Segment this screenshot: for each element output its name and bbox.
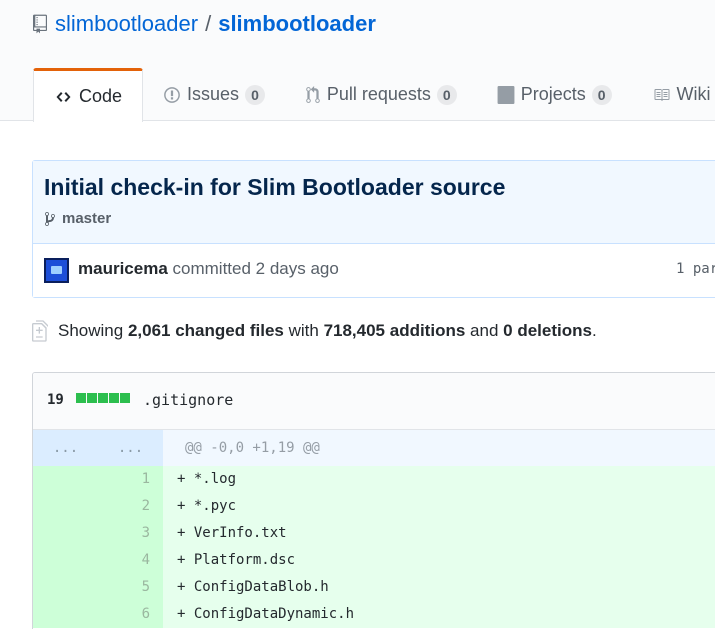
commit-author-line: mauricema committed 2 days ago [78, 259, 339, 279]
summary-changed-files[interactable]: 2,061 changed files [128, 321, 284, 341]
file-name-link[interactable]: .gitignore [143, 391, 233, 409]
diff-line: 1 + *.log [33, 466, 715, 493]
old-line-number [33, 601, 98, 628]
summary-and: and [470, 321, 499, 340]
diff-line: 6 + ConfigDataDynamic.h [33, 601, 715, 628]
tab-wiki[interactable]: Wiki [632, 68, 715, 121]
branch-name[interactable]: master [62, 210, 111, 227]
line-code: + *.log [163, 466, 715, 493]
diffstat-block-added [98, 393, 108, 403]
repo-owner-link[interactable]: slimbootloader [55, 11, 198, 37]
diff-line: 2 + *.pyc [33, 493, 715, 520]
diffstat-blocks [76, 393, 131, 403]
old-line-number [33, 493, 98, 520]
diff-summary: Showing 2,061 changed files with 718,405… [32, 320, 597, 342]
old-line-number [33, 574, 98, 601]
hunk-expand-new[interactable]: ... [98, 430, 163, 466]
line-code: + ConfigDataBlob.h [163, 574, 715, 601]
diffstat-block-added [120, 393, 130, 403]
diffstat-block-added [76, 393, 86, 403]
repo-name-link[interactable]: slimbootloader [218, 11, 376, 37]
tab-code-label: Code [79, 86, 123, 106]
summary-period: . [591, 321, 597, 340]
summary-showing: Showing [58, 321, 124, 340]
repo-nav-tabs: Code Issues 0 Pull requests 0 Projects 0 [33, 68, 715, 122]
issue-opened-icon [163, 86, 181, 104]
diff-line: 3 + VerInfo.txt [33, 520, 715, 547]
new-line-number[interactable]: 2 [98, 493, 163, 520]
summary-with: with [288, 321, 319, 340]
repo-title: slimbootloader / slimbootloader [33, 11, 376, 37]
tab-pull-requests-label: Pull requests [326, 84, 431, 104]
line-code: + ConfigDataDynamic.h [163, 601, 715, 628]
book-icon [652, 87, 671, 103]
new-line-number[interactable]: 4 [98, 547, 163, 574]
code-icon [54, 89, 73, 105]
old-line-number [33, 466, 98, 493]
new-line-number[interactable]: 6 [98, 601, 163, 628]
commit-title: Initial check-in for Slim Bootloader sou… [44, 174, 506, 200]
file-header: 19 .gitignore [33, 373, 715, 430]
line-code: + Platform.dsc [163, 547, 715, 574]
projects-counter: 0 [591, 84, 612, 105]
project-icon [497, 85, 515, 104]
tab-projects[interactable]: Projects 0 [477, 68, 632, 121]
repo-icon [33, 14, 47, 34]
git-branch-icon [45, 211, 55, 226]
tab-issues[interactable]: Issues 0 [143, 68, 285, 121]
line-code: + VerInfo.txt [163, 520, 715, 547]
hunk-header-text: @@ -0,0 +1,19 @@ [185, 440, 320, 456]
tab-pull-requests[interactable]: Pull requests 0 [285, 68, 477, 121]
diff-line: 5 + ConfigDataBlob.h [33, 574, 715, 601]
file-diff-icon [32, 320, 48, 342]
pull-requests-counter: 0 [436, 84, 457, 105]
avatar-image [51, 266, 62, 274]
tab-wiki-label: Wiki [676, 84, 711, 104]
issues-counter: 0 [245, 84, 265, 105]
commit-parent-text[interactable]: 1 parent [676, 261, 715, 277]
commit-title-area: Initial check-in for Slim Bootloader sou… [33, 161, 715, 244]
old-line-number [33, 547, 98, 574]
diffstat-block-added [109, 393, 119, 403]
commit-meta: mauricema committed 2 days ago 1 parent [33, 244, 715, 297]
new-line-number[interactable]: 1 [98, 466, 163, 493]
tab-issues-label: Issues [187, 84, 240, 104]
avatar[interactable] [44, 258, 69, 283]
commit-box: Initial check-in for Slim Bootloader sou… [32, 160, 715, 298]
file-diff: 19 .gitignore ... ... @@ -0,0 +1,19 @@ 1… [32, 372, 715, 629]
diff-table: ... ... @@ -0,0 +1,19 @@ 1 + *.log 2 + *… [33, 430, 715, 628]
old-line-number [33, 520, 98, 547]
repo-path-separator: / [205, 11, 212, 36]
diff-line: 4 + Platform.dsc [33, 547, 715, 574]
new-line-number[interactable]: 3 [98, 520, 163, 547]
diffstat-count: 19 [47, 392, 64, 408]
repo-header: slimbootloader / slimbootloader Code Iss… [0, 0, 715, 122]
summary-deletions: 0 deletions [503, 321, 592, 340]
commit-action-text: committed 2 days ago [172, 259, 339, 278]
hunk-header-row: ... ... @@ -0,0 +1,19 @@ [33, 430, 715, 466]
tab-code[interactable]: Code [33, 68, 144, 122]
hunk-expand-old[interactable]: ... [33, 430, 98, 466]
diffstat-block-added [87, 393, 97, 403]
tab-projects-label: Projects [520, 84, 586, 104]
new-line-number[interactable]: 5 [98, 574, 163, 601]
summary-additions: 718,405 additions [323, 321, 466, 340]
line-code: + *.pyc [163, 493, 715, 520]
git-pull-request-icon [305, 85, 321, 104]
branch-indicator: master [44, 210, 111, 227]
commit-author-link[interactable]: mauricema [78, 259, 168, 278]
